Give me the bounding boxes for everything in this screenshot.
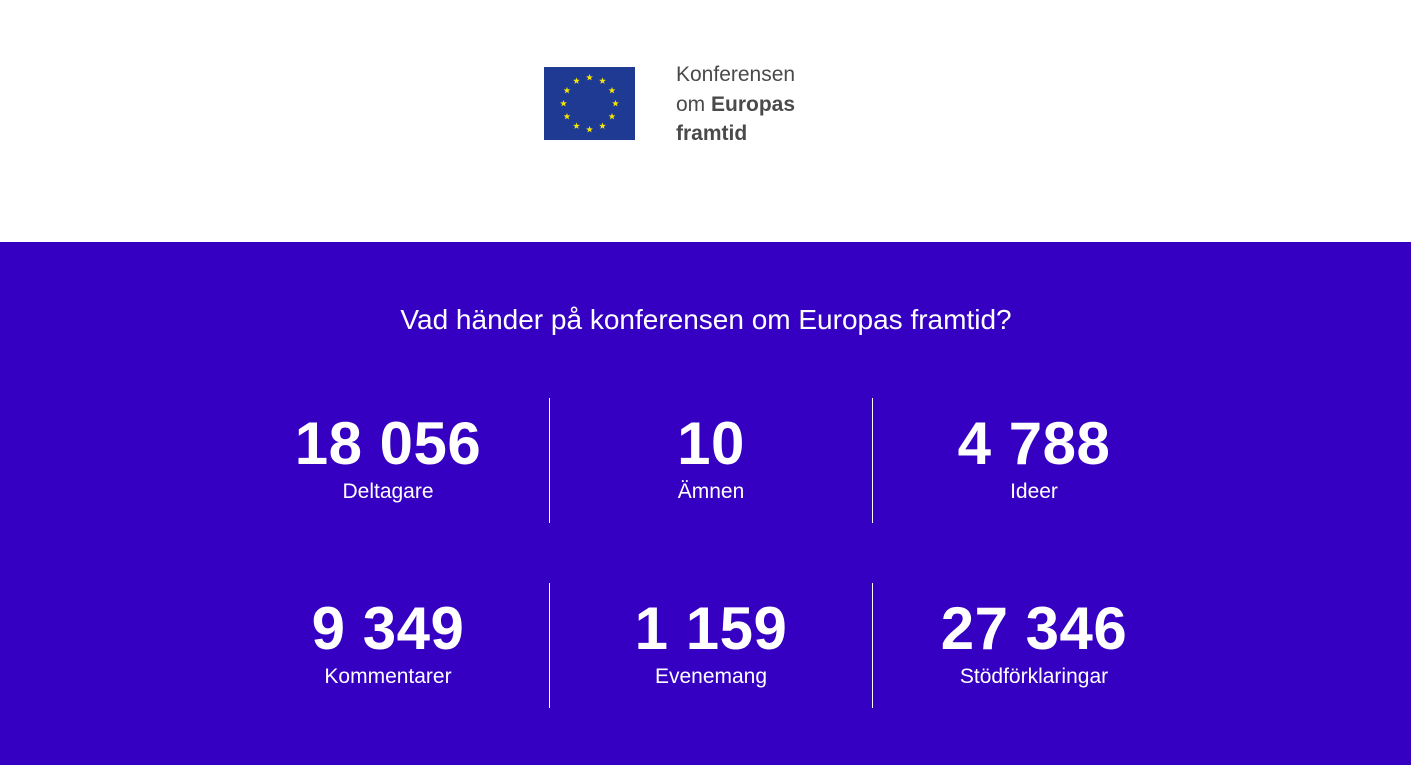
logo-line-2-bold: Europas: [711, 92, 796, 116]
stat-divider: [872, 583, 873, 708]
stat-value: 27 346: [940, 595, 1128, 662]
stat-topics: 10 Ämnen: [551, 410, 871, 506]
stat-divider: [549, 583, 550, 708]
stat-ideas: 4 788 Ideer: [874, 410, 1194, 506]
stat-value: 1 159: [634, 595, 788, 662]
stat-value: 10: [677, 410, 745, 477]
stat-divider: [872, 398, 873, 523]
logo-wordmark: Konferensen om Europas framtid: [676, 60, 795, 149]
stat-label: Ideer: [1010, 480, 1058, 503]
stat-value: 18 056: [294, 410, 482, 477]
stat-label: Kommentarer: [324, 665, 452, 688]
stat-endorsements: 27 346 Stödförklaringar: [874, 595, 1194, 691]
stats-section: Vad händer på konferensen om Europas fra…: [0, 242, 1411, 765]
site-header: Konferensen om Europas framtid: [0, 0, 1411, 242]
eu-flag-icon: [544, 67, 635, 140]
stat-divider: [549, 398, 550, 523]
stat-label: Ämnen: [677, 480, 745, 503]
logo-line-2-prefix: om: [676, 92, 712, 116]
logo-line-3: framtid: [676, 122, 748, 145]
stat-value: 4 788: [957, 410, 1111, 477]
logo-line-1: Konferensen: [676, 63, 796, 86]
stat-value: 9 349: [311, 595, 465, 662]
stat-label: Deltagare: [342, 480, 434, 503]
stat-label: Stödförklaringar: [959, 665, 1109, 688]
stat-events: 1 159 Evenemang: [551, 595, 871, 691]
stat-label: Evenemang: [654, 665, 768, 688]
stat-participants: 18 056 Deltagare: [228, 410, 548, 506]
stats-title: Vad händer på konferensen om Europas fra…: [400, 304, 1012, 335]
conference-logo[interactable]: Konferensen om Europas framtid: [544, 60, 795, 149]
logo-line-2: om Europas: [676, 90, 795, 120]
stat-comments: 9 349 Kommentarer: [228, 595, 548, 691]
